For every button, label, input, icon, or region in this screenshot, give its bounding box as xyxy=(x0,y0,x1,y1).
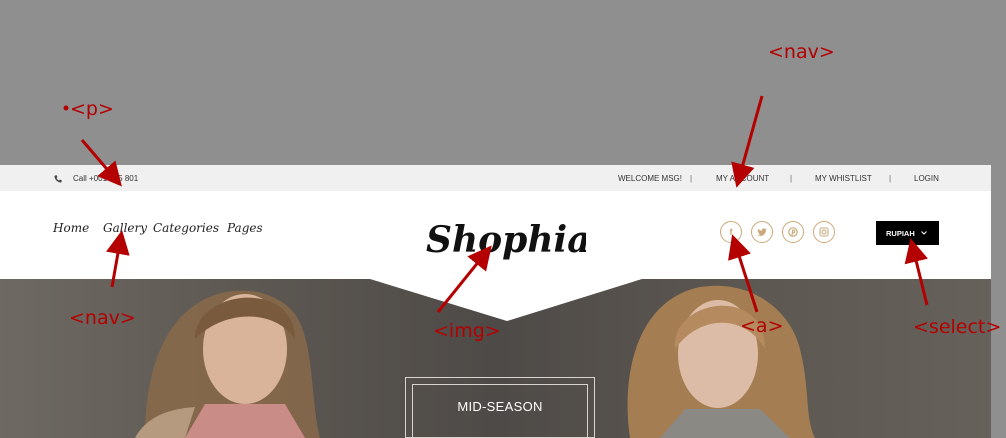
main-header: Home Gallery Categories Pages Shophia f … xyxy=(0,191,991,279)
annotation-dot xyxy=(63,105,69,111)
currency-label: RUPIAH xyxy=(886,228,915,238)
promo-heading: MID-SEASON xyxy=(457,399,543,414)
phone-icon xyxy=(54,174,62,183)
twitter-icon[interactable] xyxy=(751,221,773,243)
separator: | xyxy=(690,174,693,183)
logo-text: Shophia xyxy=(426,219,586,261)
nav-item-pages[interactable]: Pages xyxy=(227,221,263,235)
separator: | xyxy=(889,174,892,183)
main-nav: Home Gallery Categories Pages xyxy=(53,221,263,235)
annotation-select: <select> xyxy=(913,316,1002,338)
annotation-nav-top: <nav> xyxy=(768,41,835,63)
my-account-link[interactable]: MY ACCOUNT xyxy=(716,174,769,183)
promo-frame: MID-SEASON xyxy=(405,377,595,438)
annotation-img: <img> xyxy=(433,320,501,342)
currency-select[interactable]: RUPIAH xyxy=(876,221,939,245)
model-left-image xyxy=(135,290,320,438)
phone-text: Call +001 555 801 xyxy=(73,174,139,183)
social-links: f xyxy=(720,221,835,243)
my-whistlist-link[interactable]: MY WHISTLIST xyxy=(815,174,872,183)
annotation-p: <p> xyxy=(70,98,114,120)
nav-item-categories[interactable]: Categories xyxy=(153,221,227,235)
nav-item-home[interactable]: Home xyxy=(53,221,103,235)
header-notch xyxy=(370,279,642,321)
nav-item-gallery[interactable]: Gallery xyxy=(103,221,153,235)
login-link[interactable]: LOGIN xyxy=(914,174,939,183)
annotation-a: <a> xyxy=(740,315,784,337)
hero-banner: MID-SEASON xyxy=(0,279,991,438)
shophia-logo[interactable]: Shophia xyxy=(424,209,586,269)
separator: | xyxy=(790,174,793,183)
top-bar: Call +001 555 801 WELCOME MSG! | MY ACCO… xyxy=(0,165,991,192)
instagram-icon[interactable] xyxy=(813,221,835,243)
phone-paragraph: Call +001 555 801 xyxy=(54,174,138,183)
annotation-nav-left: <nav> xyxy=(69,307,136,329)
pinterest-icon[interactable] xyxy=(782,221,804,243)
chevron-down-icon xyxy=(920,231,927,235)
facebook-icon[interactable]: f xyxy=(720,221,742,243)
welcome-link[interactable]: WELCOME MSG! xyxy=(618,174,682,183)
